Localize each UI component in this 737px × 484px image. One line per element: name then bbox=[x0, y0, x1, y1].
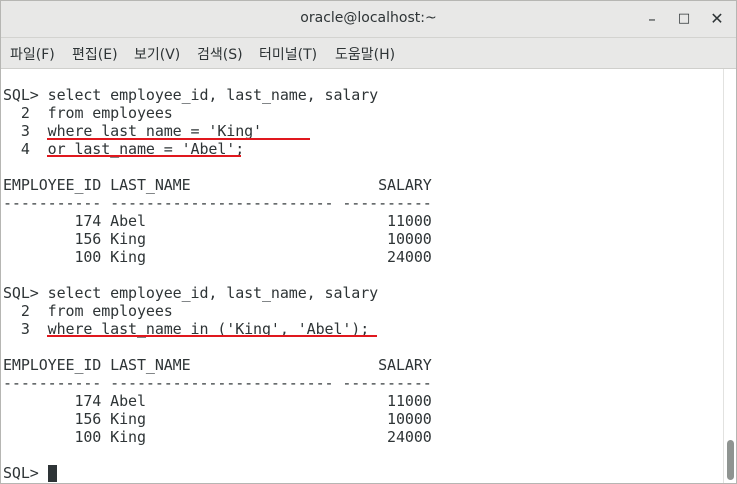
terminal-line: 174 Abel 11000 bbox=[3, 212, 432, 230]
terminal-line: SQL> select employee_id, last_name, sala… bbox=[3, 86, 379, 104]
terminal-line: 100 King 24000 bbox=[3, 428, 432, 446]
annotation-underline bbox=[47, 155, 241, 157]
terminal-line: SQL> select employee_id, last_name, sala… bbox=[3, 284, 379, 302]
annotation-underline bbox=[47, 138, 310, 140]
terminal-line: 174 Abel 11000 bbox=[3, 392, 432, 410]
menu-bar: 파일(F) 편집(E) 보기(V) 검색(S) 터미널(T) 도움말(H) bbox=[1, 38, 736, 69]
terminal-window: oracle@localhost:~ – □ ✕ 파일(F) 편집(E) 보기(… bbox=[0, 0, 737, 484]
terminal-prompt: SQL> bbox=[3, 464, 48, 482]
text-cursor bbox=[48, 465, 57, 482]
menu-search[interactable]: 검색(S) bbox=[197, 44, 243, 64]
terminal-line: 100 King 24000 bbox=[3, 248, 432, 266]
menu-help[interactable]: 도움말(H) bbox=[335, 44, 395, 64]
menu-file[interactable]: 파일(F) bbox=[10, 44, 55, 64]
vertical-scrollbar[interactable] bbox=[723, 69, 736, 483]
terminal-line: 2 from employees bbox=[3, 302, 173, 320]
terminal-line: 156 King 10000 bbox=[3, 230, 432, 248]
close-button[interactable]: ✕ bbox=[705, 7, 729, 31]
terminal-line: ----------- ------------------------- --… bbox=[3, 374, 432, 392]
terminal-output[interactable]: SQL> select employee_id, last_name, sala… bbox=[1, 69, 723, 483]
menu-edit[interactable]: 편집(E) bbox=[72, 44, 118, 64]
terminal-line: ----------- ------------------------- --… bbox=[3, 194, 432, 212]
maximize-button[interactable]: □ bbox=[672, 7, 696, 31]
menu-view[interactable]: 보기(V) bbox=[134, 44, 180, 64]
menu-terminal[interactable]: 터미널(T) bbox=[259, 44, 317, 64]
window-title: oracle@localhost:~ bbox=[300, 10, 437, 26]
title-bar[interactable]: oracle@localhost:~ – □ ✕ bbox=[1, 1, 736, 38]
terminal-line: 156 King 10000 bbox=[3, 410, 432, 428]
annotation-underline bbox=[47, 335, 377, 337]
terminal-line: EMPLOYEE_ID LAST_NAME SALARY bbox=[3, 176, 432, 194]
terminal-line: EMPLOYEE_ID LAST_NAME SALARY bbox=[3, 356, 432, 374]
minimize-button[interactable]: – bbox=[640, 7, 664, 31]
terminal-line: 2 from employees bbox=[3, 104, 173, 122]
scrollbar-thumb[interactable] bbox=[727, 440, 734, 480]
